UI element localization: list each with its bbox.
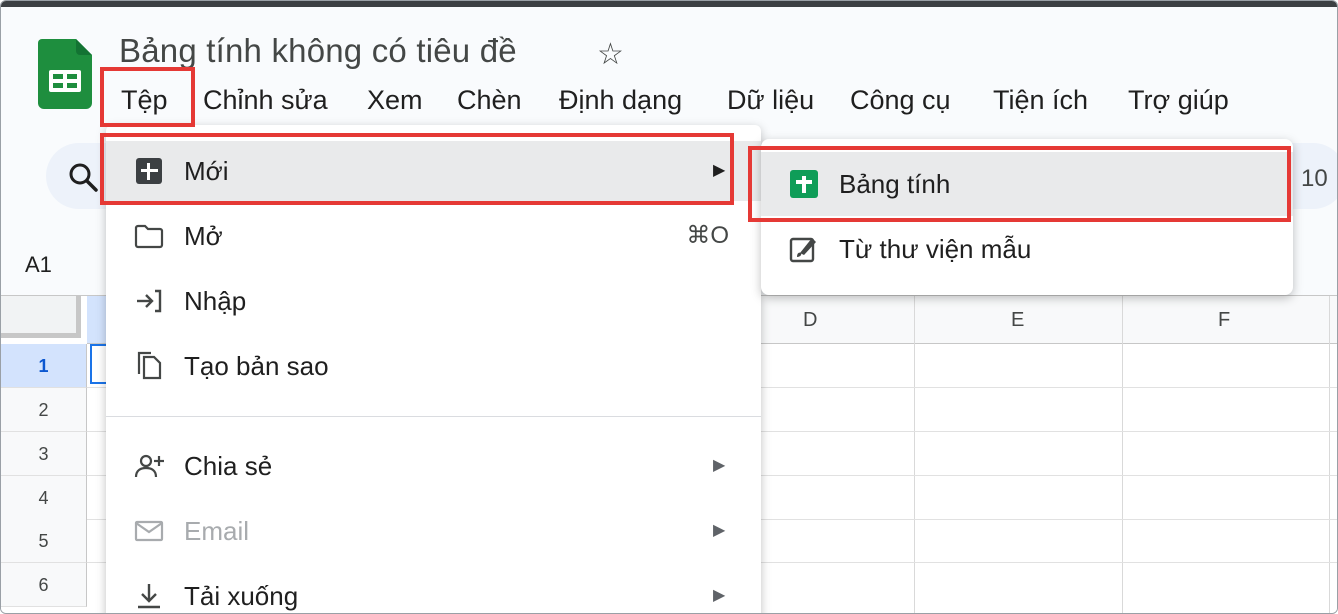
menu-extensions[interactable]: Tiện ích (993, 81, 1088, 119)
menu-item-label: Mới (184, 156, 229, 186)
menu-item-new[interactable]: Mới ▶ (106, 141, 761, 201)
submenu-arrow-icon: ▶ (713, 457, 726, 474)
menu-item-import[interactable]: Nhập (106, 271, 761, 331)
zoom-select[interactable]: 10 (1301, 165, 1328, 193)
submenu-arrow-icon: ▶ (713, 522, 726, 539)
new-sheet-icon (136, 158, 162, 184)
folder-icon (134, 224, 164, 249)
column-header-e[interactable]: E (1011, 309, 1024, 332)
column-divider (1329, 296, 1330, 613)
menu-format[interactable]: Định dạng (559, 81, 682, 119)
menu-item-email[interactable]: Email ▶ (106, 501, 761, 561)
template-icon (789, 237, 816, 263)
row-header-6[interactable]: 6 (1, 563, 87, 607)
select-all-corner[interactable] (1, 296, 81, 338)
menu-item-share[interactable]: Chia sẻ ▶ (106, 436, 761, 496)
shortcut-label: ⌘O (686, 222, 729, 249)
submenu-item-spreadsheet[interactable]: Bảng tính (761, 152, 1293, 216)
import-icon (137, 289, 162, 313)
column-divider (1122, 296, 1123, 613)
row-header-2[interactable]: 2 (1, 388, 87, 432)
search-icon[interactable] (67, 161, 101, 195)
menu-item-make-copy[interactable]: Tạo bản sao (106, 336, 761, 396)
menu-item-label: Tạo bản sao (184, 351, 329, 381)
menu-tools[interactable]: Công cụ (850, 81, 951, 119)
menu-help[interactable]: Trợ giúp (1128, 81, 1229, 119)
row-header-3[interactable]: 3 (1, 432, 87, 476)
menu-item-open[interactable]: Mở ⌘O (106, 206, 761, 266)
column-header-d[interactable]: D (803, 309, 817, 332)
submenu-arrow-icon: ▶ (713, 162, 726, 179)
submenu-item-label: Từ thư viện mẫu (839, 234, 1032, 264)
sheets-icon (790, 170, 818, 198)
column-header-f[interactable]: F (1218, 309, 1230, 332)
column-divider (914, 296, 915, 613)
menu-item-label: Mở (184, 221, 223, 251)
star-icon[interactable]: ☆ (597, 37, 624, 72)
submenu-item-label: Bảng tính (839, 169, 951, 199)
row-header-5[interactable]: 5 (1, 519, 87, 563)
menu-item-label: Tải xuống (184, 581, 299, 611)
menu-edit[interactable]: Chỉnh sửa (203, 81, 328, 119)
row-header-1[interactable]: 1 (1, 344, 87, 388)
share-person-icon (134, 454, 164, 478)
name-box[interactable]: A1 (25, 252, 52, 278)
sheets-logo-icon[interactable] (38, 39, 92, 109)
submenu-item-template-gallery[interactable]: Từ thư viện mẫu (761, 217, 1293, 281)
column-header-a-selected[interactable] (87, 296, 107, 343)
app-window: Bảng tính không có tiêu đề ☆ Tệp Chỉnh s… (0, 0, 1338, 614)
mail-icon (134, 520, 164, 542)
menu-data[interactable]: Dữ liệu (727, 81, 814, 119)
menu-item-label: Nhập (184, 286, 247, 316)
window-top-edge (1, 1, 1337, 7)
copy-icon (137, 351, 162, 380)
menu-insert[interactable]: Chèn (457, 81, 522, 119)
menu-item-label: Chia sẻ (184, 451, 273, 481)
menu-item-download[interactable]: Tải xuống ▶ (106, 566, 761, 613)
row-header-4[interactable]: 4 (1, 476, 87, 520)
document-title[interactable]: Bảng tính không có tiêu đề (119, 32, 517, 70)
menu-file[interactable]: Tệp (121, 81, 168, 119)
submenu-arrow-icon: ▶ (713, 587, 726, 604)
download-icon (138, 584, 160, 609)
menu-view[interactable]: Xem (367, 81, 423, 119)
menu-divider (106, 416, 761, 417)
menu-item-label: Email (184, 516, 250, 546)
